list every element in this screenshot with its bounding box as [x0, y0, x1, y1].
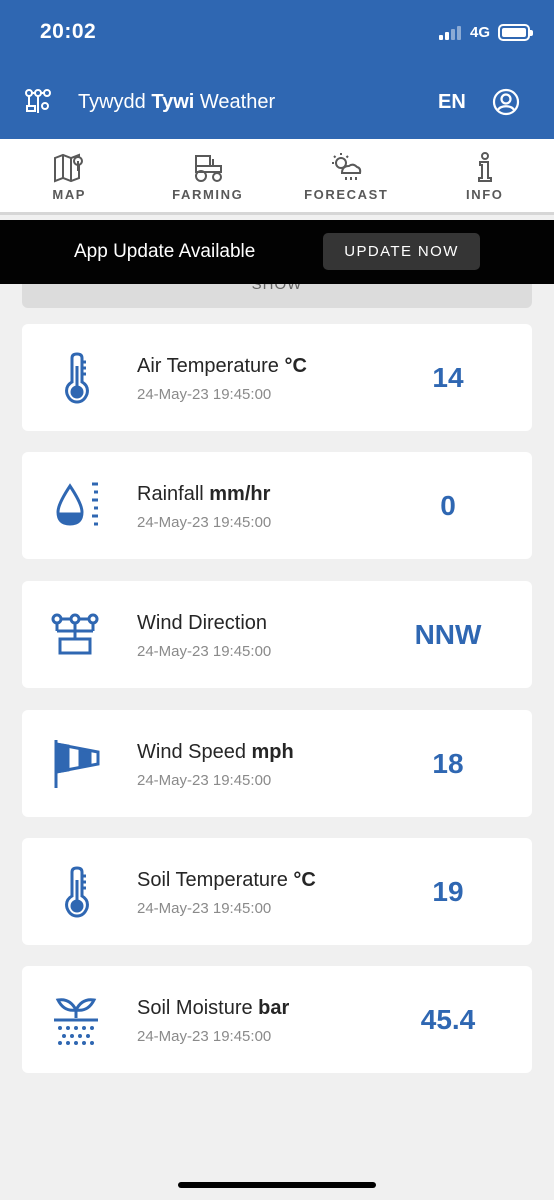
title-prefix: Tywydd [78, 91, 152, 113]
reading-name: Wind Direction [137, 612, 268, 634]
reading-title: Rainfall mm/hr [137, 483, 270, 506]
reading-value: 45.4 [420, 1004, 476, 1035]
station-logo-icon [25, 89, 51, 113]
reading-timestamp: 24-May-23 19:45:00 [137, 1028, 272, 1045]
network-type: 4G [469, 24, 490, 41]
tab-label: FARMING [172, 187, 244, 202]
reading-name: Air Temperature [137, 355, 285, 377]
reading-card-air-temperature[interactable]: Air Temperature °C 24-May-23 19:45:00 14 [22, 324, 532, 431]
tab-label: INFO [466, 187, 504, 202]
reading-title: Wind Direction [137, 612, 267, 635]
reading-value: 14 [432, 362, 464, 393]
status-indicators: 4G [438, 24, 533, 41]
reading-timestamp: 24-May-23 19:45:00 [137, 514, 272, 531]
reading-value: 0 [440, 490, 456, 521]
reading-unit: mm/hr [209, 483, 271, 505]
reading-timestamp: 24-May-23 19:45:00 [137, 900, 272, 917]
map-icon [54, 153, 84, 183]
reading-card-wind-direction[interactable]: Wind Direction 24-May-23 19:45:00 NNW [22, 581, 532, 688]
tab-farming[interactable]: FARMING [139, 139, 278, 212]
info-icon [477, 152, 492, 182]
reading-timestamp: 24-May-23 19:45:00 [137, 386, 272, 403]
update-banner: App Update Available UPDATE NOW [0, 220, 554, 284]
status-time: 20:02 [40, 20, 97, 43]
reading-value: NNW [414, 619, 482, 650]
reading-card-rainfall[interactable]: Rainfall mm/hr 24-May-23 19:45:00 0 [22, 452, 532, 559]
tab-label: MAP [52, 187, 87, 202]
reading-unit: °C [284, 355, 307, 377]
soil-moisture-icon [54, 998, 98, 1045]
collapsed-section-toggle[interactable]: SHOW [22, 284, 532, 308]
main-tab-bar: MAP FARMING FORECAST INFO [0, 139, 554, 215]
reading-unit: mph [251, 741, 294, 763]
thermometer-icon [65, 352, 89, 404]
title-bold: Tywi [151, 91, 195, 113]
reading-value: 19 [432, 876, 464, 907]
home-indicator[interactable] [178, 1182, 376, 1188]
account-icon[interactable] [492, 88, 520, 116]
battery-icon [498, 24, 533, 41]
reading-card-soil-moisture[interactable]: Soil Moisture bar 24-May-23 19:45:00 45.… [22, 966, 532, 1073]
signal-strength-icon [438, 25, 461, 40]
tractor-icon [194, 155, 222, 182]
status-bar: 20:02 4G [0, 0, 554, 66]
reading-name: Soil Temperature [137, 869, 294, 891]
reading-name: Wind Speed [137, 741, 252, 763]
reading-unit: bar [258, 997, 290, 1019]
reading-card-soil-temperature[interactable]: Soil Temperature °C 24-May-23 19:45:00 1… [22, 838, 532, 945]
reading-name: Soil Moisture [137, 997, 259, 1019]
tab-map[interactable]: MAP [0, 139, 139, 212]
tab-label: FORECAST [304, 187, 389, 202]
update-now-button[interactable]: UPDATE NOW [323, 233, 480, 270]
app-title: Tywydd Tywi Weather [78, 91, 275, 114]
reading-name: Rainfall [137, 483, 210, 505]
reading-value: 18 [432, 748, 464, 779]
tab-info[interactable]: INFO [416, 139, 554, 212]
update-message: App Update Available [74, 241, 256, 262]
app-header: Tywydd Tywi Weather EN [0, 66, 554, 139]
reading-card-wind-speed[interactable]: Wind Speed mph 24-May-23 19:45:00 18 [22, 710, 532, 817]
title-suffix: Weather [194, 91, 276, 113]
language-toggle[interactable]: EN [438, 91, 466, 114]
collapsed-label: SHOW [251, 284, 303, 293]
wind-vane-icon [51, 613, 99, 655]
reading-timestamp: 24-May-23 19:45:00 [137, 772, 272, 789]
weather-forecast-icon [332, 153, 362, 180]
reading-timestamp: 24-May-23 19:45:00 [137, 643, 272, 660]
reading-title: Wind Speed mph [137, 741, 294, 764]
reading-title: Soil Temperature °C [137, 869, 316, 892]
windsock-icon [54, 740, 100, 788]
thermometer-icon [65, 866, 89, 918]
reading-title: Air Temperature °C [137, 355, 307, 378]
reading-title: Soil Moisture bar [137, 997, 289, 1020]
reading-unit: °C [293, 869, 316, 891]
tab-forecast[interactable]: FORECAST [277, 139, 416, 212]
rain-gauge-icon [56, 482, 98, 526]
